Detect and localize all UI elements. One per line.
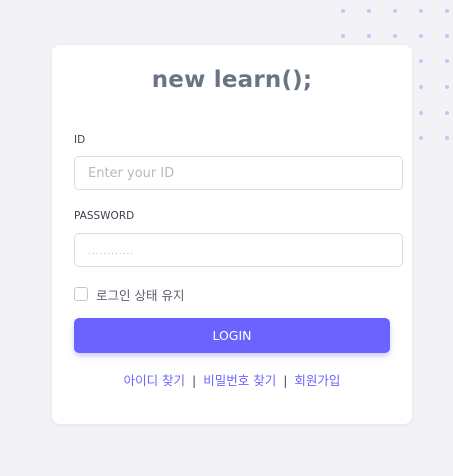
decorative-dot xyxy=(341,34,345,38)
password-label: PASSWORD xyxy=(74,210,135,222)
link-separator: | xyxy=(283,373,288,388)
remember-me-row[interactable]: 로그인 상태 유지 xyxy=(74,285,184,303)
decorative-dot xyxy=(445,85,449,89)
find-id-link[interactable]: 아이디 찾기 xyxy=(124,373,185,388)
login-card: new learn(); ID PASSWORD 로그인 상태 유지 LOGIN… xyxy=(52,45,412,424)
decorative-dot xyxy=(445,59,449,63)
decorative-dot xyxy=(393,34,397,38)
decorative-dot xyxy=(419,9,423,13)
page-title: new learn(); xyxy=(151,67,313,93)
find-password-link[interactable]: 비밀번호 찾기 xyxy=(203,373,276,388)
id-input[interactable] xyxy=(74,156,403,190)
decorative-dot xyxy=(445,9,449,13)
remember-me-checkbox[interactable] xyxy=(74,287,88,301)
signup-link[interactable]: 회원가입 xyxy=(294,373,340,388)
decorative-dot xyxy=(419,136,423,140)
login-button[interactable]: LOGIN xyxy=(74,318,390,353)
link-separator: | xyxy=(192,373,197,388)
password-input[interactable] xyxy=(74,233,403,267)
decorative-dot xyxy=(419,34,423,38)
remember-me-label: 로그인 상태 유지 xyxy=(96,287,185,303)
decorative-dot xyxy=(341,9,345,13)
account-links: 아이디 찾기 | 비밀번호 찾기 | 회원가입 xyxy=(52,370,412,389)
decorative-dot xyxy=(419,111,423,115)
decorative-dot xyxy=(445,111,449,115)
decorative-dot xyxy=(393,9,397,13)
decorative-dot xyxy=(419,85,423,89)
decorative-dot xyxy=(367,9,371,13)
decorative-dot xyxy=(367,34,371,38)
decorative-dot xyxy=(419,59,423,63)
id-label: ID xyxy=(74,134,86,146)
decorative-dot xyxy=(445,34,449,38)
decorative-dot xyxy=(445,136,449,140)
